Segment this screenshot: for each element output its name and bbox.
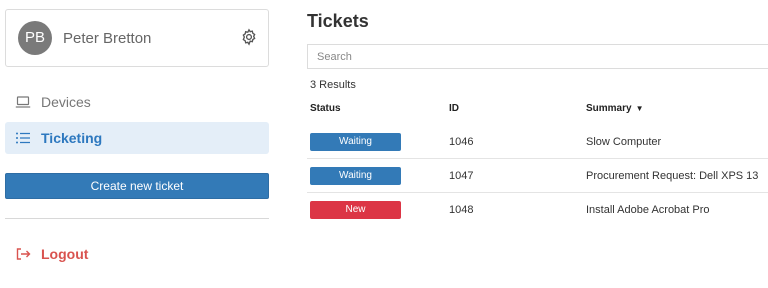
sidebar-item-ticketing[interactable]: Ticketing [5, 122, 269, 154]
status-badge: Waiting [310, 133, 401, 151]
ticket-summary: Install Adobe Acrobat Pro [586, 204, 710, 216]
create-ticket-button[interactable]: Create new ticket [5, 173, 269, 199]
user-card: PB Peter Bretton [5, 9, 269, 67]
ticket-id: 1048 [449, 204, 474, 216]
gear-icon[interactable] [240, 28, 258, 46]
ticket-id: 1046 [449, 136, 474, 148]
sidebar-item-label: Ticketing [41, 130, 103, 146]
table-row[interactable]: New 1048 Install Adobe Acrobat Pro [307, 193, 768, 227]
ticket-summary: Slow Computer [586, 136, 662, 148]
table-row[interactable]: Waiting 1047 Procurement Request: Dell X… [307, 159, 768, 193]
logout-icon [16, 248, 31, 260]
user-name: Peter Bretton [63, 30, 152, 47]
logout-label: Logout [41, 246, 89, 262]
avatar: PB [18, 21, 52, 55]
page-title: Tickets [307, 11, 369, 31]
column-header-label: Summary [586, 103, 632, 114]
ticket-summary: Procurement Request: Dell XPS 13 [586, 170, 759, 182]
divider [5, 218, 269, 219]
status-badge: Waiting [310, 167, 401, 185]
ticket-id: 1047 [449, 170, 474, 182]
table-row[interactable]: Waiting 1046 Slow Computer [307, 125, 768, 159]
column-header-status[interactable]: Status [310, 103, 341, 114]
column-header-id[interactable]: ID [449, 103, 459, 114]
sidebar-item-devices[interactable]: Devices [5, 86, 269, 118]
laptop-icon [15, 96, 31, 108]
list-icon [16, 132, 30, 144]
sort-caret-icon: ▼ [635, 104, 644, 113]
search-input[interactable] [307, 44, 768, 69]
column-header-summary[interactable]: Summary ▼ [586, 103, 644, 114]
status-badge: New [310, 201, 401, 219]
results-count: 3 Results [310, 79, 356, 91]
logout-link[interactable]: Logout [5, 242, 88, 266]
sidebar-item-label: Devices [41, 94, 91, 110]
